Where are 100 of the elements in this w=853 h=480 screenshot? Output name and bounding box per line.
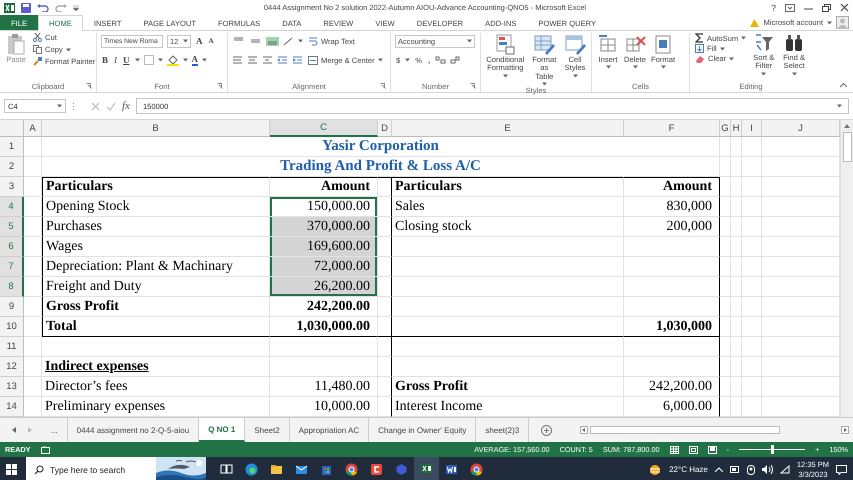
page-layout-icon[interactable]	[688, 446, 698, 454]
row-header[interactable]: 12	[0, 357, 24, 377]
decrease-decimal-icon[interactable]	[450, 56, 462, 64]
column-header[interactable]: F	[624, 120, 720, 137]
row-header[interactable]: 7	[0, 257, 24, 277]
battery-icon[interactable]	[730, 466, 740, 473]
undo-icon[interactable]	[37, 4, 49, 12]
table-cell	[731, 337, 742, 357]
column-header[interactable]: A	[24, 120, 42, 137]
fill-color-icon[interactable]	[166, 54, 179, 66]
table-cell	[24, 297, 42, 317]
table-cell	[720, 357, 731, 377]
macro-record-icon[interactable]	[40, 446, 50, 454]
start-icon[interactable]	[6, 464, 16, 475]
new-sheet-icon[interactable]	[541, 424, 552, 436]
dialog-launcher-icon[interactable]	[380, 83, 386, 89]
row-header[interactable]: 10	[0, 317, 24, 337]
dialog-launcher-icon[interactable]	[217, 83, 223, 89]
row-header[interactable]: 8	[0, 277, 24, 297]
table-cell	[731, 217, 742, 237]
dialog-launcher-icon[interactable]	[470, 83, 476, 89]
ribbon-display-icon[interactable]	[785, 4, 795, 12]
row-header[interactable]: 6	[0, 237, 24, 257]
table-cell	[731, 177, 742, 197]
decrease-indent-icon[interactable]	[277, 56, 288, 64]
copy-icon	[33, 45, 42, 54]
align-bottom-button[interactable]	[266, 36, 279, 46]
row-header[interactable]: 14	[0, 397, 24, 417]
row-header[interactable]: 4	[0, 197, 24, 217]
notification-icon[interactable]	[836, 464, 847, 474]
grow-font-button[interactable]: A	[195, 36, 204, 46]
normal-view-icon[interactable]	[670, 446, 679, 454]
orientation-icon[interactable]	[283, 36, 294, 46]
insert-function-button[interactable]: fx	[122, 100, 130, 112]
dialog-launcher-icon[interactable]	[86, 83, 92, 89]
cell-styles-icon	[564, 33, 586, 55]
app-icon	[395, 463, 408, 476]
row-header[interactable]: 9	[0, 297, 24, 317]
customize-icon[interactable]	[73, 4, 79, 10]
zoom-slider-thumb[interactable]	[770, 445, 774, 454]
table-cell	[742, 357, 762, 377]
caret-icon	[792, 72, 797, 76]
spreadsheet-app-icon	[420, 462, 433, 475]
column-header[interactable]: E	[392, 120, 624, 137]
network-icon[interactable]	[780, 465, 790, 474]
column-header[interactable]: J	[762, 120, 840, 137]
column-header[interactable]: G	[720, 120, 731, 137]
caret-icon	[57, 104, 62, 108]
collapse-ribbon-icon[interactable]	[840, 83, 847, 88]
row-header[interactable]: 3	[0, 177, 24, 197]
close-icon[interactable]	[840, 3, 849, 12]
scroll-left-icon[interactable]	[580, 426, 588, 434]
sheet-tab[interactable]: Q NO 1	[199, 418, 246, 442]
increase-decimal-icon[interactable]	[435, 56, 446, 64]
table-cell	[731, 137, 742, 157]
restore-icon[interactable]	[822, 4, 831, 12]
table-cell	[378, 357, 392, 377]
scrollbar-thumb-icon[interactable]	[842, 132, 852, 162]
horizontal-scrollbar-icon[interactable]	[590, 426, 780, 434]
table-cell: Particulars	[42, 177, 270, 197]
column-header[interactable]: C	[270, 120, 378, 137]
column-header[interactable]: D	[378, 120, 392, 137]
chevron-up-icon[interactable]	[714, 467, 723, 472]
border-icon[interactable]	[144, 55, 154, 65]
help-button[interactable]: ?	[770, 2, 776, 12]
align-center-icon[interactable]	[247, 56, 258, 64]
row-header[interactable]: 13	[0, 377, 24, 397]
align-middle-button[interactable]	[249, 36, 262, 46]
table-cell	[742, 257, 762, 277]
row-header[interactable]: 1	[0, 137, 24, 157]
camera-icon[interactable]	[746, 464, 755, 474]
increase-indent-icon[interactable]	[292, 56, 303, 64]
search-field[interactable]: Type here to search	[26, 457, 206, 480]
table-cell	[378, 297, 392, 317]
row-header[interactable]: 11	[0, 337, 24, 357]
table-cell: Wages	[42, 237, 270, 257]
align-right-icon[interactable]	[262, 56, 273, 64]
taskbar-app[interactable]	[414, 457, 439, 480]
save-icon[interactable]	[21, 2, 31, 12]
column-header[interactable]: B	[42, 120, 270, 137]
table-cell	[731, 257, 742, 277]
previous-sheet-icon[interactable]	[12, 427, 16, 433]
row-header[interactable]: 2	[0, 157, 24, 177]
column-header[interactable]: H	[731, 120, 742, 137]
font-color-button[interactable]: A	[192, 54, 198, 66]
table-cell	[24, 177, 42, 197]
bold-button[interactable]: B	[101, 55, 110, 65]
italic-button[interactable]: I	[113, 55, 118, 65]
table-cell: Sales	[392, 197, 624, 217]
table-cell	[731, 157, 742, 177]
scroll-up-icon[interactable]	[843, 123, 851, 129]
sheet-title: Yasir Corporation	[42, 137, 720, 157]
speaker-icon[interactable]	[762, 465, 773, 474]
underline-button[interactable]: U	[122, 55, 131, 65]
scroll-right-icon[interactable]	[841, 426, 849, 434]
row-header[interactable]: 5	[0, 217, 24, 237]
page-break-icon[interactable]	[708, 446, 717, 454]
column-header[interactable]: I	[742, 120, 762, 137]
align-left-icon[interactable]	[232, 56, 243, 64]
table-cell: Depreciation: Plant & Machinary	[42, 257, 270, 277]
